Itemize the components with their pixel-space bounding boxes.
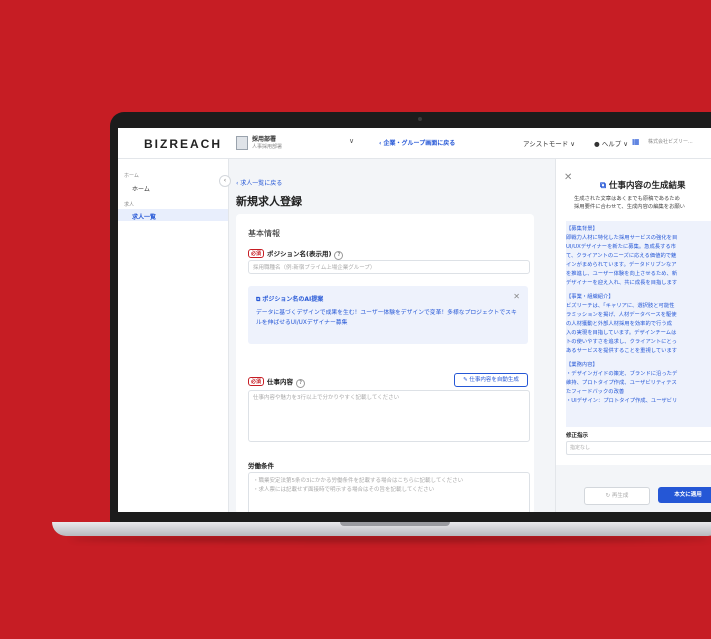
- panel-subtitle: 生成された文章はあくまでも原稿であるため 採用要件に合わせて、生成内容の編集をお…: [574, 195, 685, 211]
- ai-suggestion-box: ⧉ ポジション名のAI提案 ✕ データに基づくデザインで成果を生む！ユーザー体験…: [248, 286, 528, 344]
- generated-text-line: デザイナーを迎え入れ、共に成長を目指します: [566, 280, 678, 286]
- generated-text: 【募集背景】即戦力人材に特化した採用サービスの強化を目 UI/UXデザイナーを新た…: [566, 225, 711, 406]
- camera-dot: [418, 117, 422, 121]
- labor-conditions-label: 労働条件: [248, 462, 274, 470]
- sidebar-section-home: ホーム: [124, 173, 139, 179]
- app-logo[interactable]: BIZREACH: [144, 137, 222, 151]
- sidebar-item-home[interactable]: ホーム: [132, 184, 150, 193]
- sidebar-section-jobs: 求人: [124, 202, 135, 208]
- panel-title-text: 仕事内容の生成結果: [609, 181, 686, 191]
- panel-subtitle-line: 採用要件に合わせて、生成内容の編集をお願い: [574, 204, 685, 210]
- form-card: 基本情報 必須 ポジション名(表示用)? 採用職種名（例:新宿プライム上場企業グル…: [236, 214, 534, 512]
- generated-text-line: 【事業・組織紹介】: [566, 294, 614, 300]
- company-subname: 人事採用部署: [252, 144, 283, 150]
- generated-text-line: UI/UXデザイナーを新たに募集。急成長する市: [566, 244, 676, 250]
- laptop-notch: [340, 522, 450, 526]
- labor-conditions-placeholder-2: ・求人票には記載せず面接時で明示する場合はその旨を記載してください: [253, 487, 435, 493]
- generated-text-line: を推進し、ユーザー体験を向上させるため、新: [566, 271, 678, 277]
- ai-suggestion-title: ⧉ ポジション名のAI提案: [256, 294, 323, 304]
- labor-conditions-placeholder-1: ・職業安定法第5条の3にかかる労働条件を記載する場合はこちらに記載してください: [253, 478, 464, 484]
- help-menu[interactable]: ● ヘルプ ∨: [594, 138, 628, 148]
- generated-text-line: ラミッションを掲げ、人材データベースを駆使: [566, 312, 677, 318]
- close-panel-icon[interactable]: ✕: [564, 172, 572, 183]
- position-name-label-text: ポジション名(表示用): [267, 250, 332, 258]
- job-description-label-text: 仕事内容: [267, 378, 294, 386]
- back-to-company-link[interactable]: ‹ 企業・グループ画面に戻る: [379, 138, 455, 147]
- collapse-sidebar-button[interactable]: ‹: [219, 175, 231, 187]
- question-icon[interactable]: ?: [296, 379, 306, 388]
- building-icon: [236, 136, 248, 150]
- close-icon[interactable]: ✕: [513, 292, 520, 301]
- required-badge: 必須: [248, 377, 265, 386]
- generated-text-line: ・デザインガイドの策定、ブランドに沿ったデ: [566, 371, 678, 377]
- position-name-label: 必須 ポジション名(表示用)?: [248, 248, 344, 260]
- breadcrumb[interactable]: ‹ 求人一覧に戻る: [236, 178, 282, 187]
- sidebar: ホーム ホーム 求人 求人一覧 ‹: [118, 159, 231, 512]
- revision-instruction-placeholder: 指定なし: [570, 445, 591, 451]
- assist-mode-menu[interactable]: アシストモード ∨: [523, 138, 575, 148]
- generated-text-line: インがまめられています。データドリブンなア: [566, 262, 677, 268]
- generated-text-line: の人材獲動と外部人材採用を効率的で行う成: [566, 321, 672, 327]
- company-selector[interactable]: 採用部署 人事採用部署 ∨: [236, 134, 356, 152]
- question-icon[interactable]: ?: [334, 251, 344, 260]
- generation-result-panel: ✕ ⧉ 仕事内容の生成結果 生成された文章はあくまでも原稿であるため 採用要件に…: [555, 159, 711, 512]
- ai-suggestion-text[interactable]: データに基づくデザインで成果を生む！ユーザー体験をデザインで変革！多様なプロジェ…: [256, 308, 518, 328]
- generated-text-line: 入の実現を目指しています。デザインチームは: [566, 330, 677, 336]
- external-link-icon: ⧉: [600, 181, 610, 191]
- generated-text-line: 【募集背景】: [566, 226, 598, 232]
- top-bar: BIZREACH 採用部署 人事採用部署 ∨ ‹ 企業・グループ画面に戻る アシ…: [118, 128, 711, 159]
- revision-instruction-label: 修正指示: [566, 433, 589, 439]
- generated-text-line: ビズリーチは、「キャリアに、選択肢と可能性: [566, 303, 675, 309]
- generated-text-line: 維持、プロトタイプ作成、ユーザビリティテス: [566, 380, 677, 386]
- grid-icon[interactable]: ▦: [632, 137, 640, 146]
- job-description-placeholder: 仕事内容や魅力を3行以上で分かりやすく記載してください: [253, 395, 400, 401]
- generated-text-box[interactable]: 【募集背景】即戦力人材に特化した採用サービスの強化を目 UI/UXデザイナーを新た…: [566, 221, 711, 427]
- auto-generate-button[interactable]: ✎ 仕事内容を自動生成: [454, 373, 528, 387]
- generated-text-line: て、クライアントのニーズに応える価値的で魅: [566, 253, 677, 259]
- generated-text-line: ・UIデザイン：プロトタイプ作成、ユーザビリ: [566, 398, 678, 404]
- regenerate-button[interactable]: ↻ 再生成: [584, 487, 650, 505]
- panel-subtitle-line: 生成された文章はあくまでも原稿であるため: [574, 196, 680, 202]
- corporate-name[interactable]: 株式会社ビズリー...: [648, 138, 693, 145]
- required-badge: 必須: [248, 249, 265, 258]
- app-screen: BIZREACH 採用部署 人事採用部署 ∨ ‹ 企業・グループ画面に戻る アシ…: [118, 128, 711, 512]
- company-name: 採用部署: [252, 136, 277, 143]
- chevron-down-icon: ∨: [349, 137, 355, 145]
- job-description-label: 必須 仕事内容?: [248, 376, 306, 388]
- generated-text-line: たフィードバックの改善: [566, 389, 625, 395]
- generated-text-line: あるサービスを提供することを重視しています: [566, 348, 678, 354]
- generated-text-line: 即戦力人材に特化した採用サービスの強化を目: [566, 235, 678, 241]
- sidebar-item-jobs[interactable]: 求人一覧: [132, 212, 156, 221]
- section-title: 基本情報: [248, 229, 280, 238]
- panel-title: ⧉ 仕事内容の生成結果: [600, 179, 686, 191]
- page-title: 新規求人登録: [236, 195, 302, 208]
- apply-to-body-button[interactable]: 本文に適用: [658, 487, 711, 503]
- generated-text-line: トの使いやすさを追求し、クライアントにとっ: [566, 339, 677, 345]
- laptop-shadow: [70, 536, 710, 542]
- generated-text-line: 【業務内容】: [566, 362, 598, 368]
- position-name-placeholder: 採用職種名（例:新宿プライム上場企業グループ）: [253, 265, 376, 271]
- ai-suggestion-title-text: ポジション名のAI提案: [262, 296, 324, 303]
